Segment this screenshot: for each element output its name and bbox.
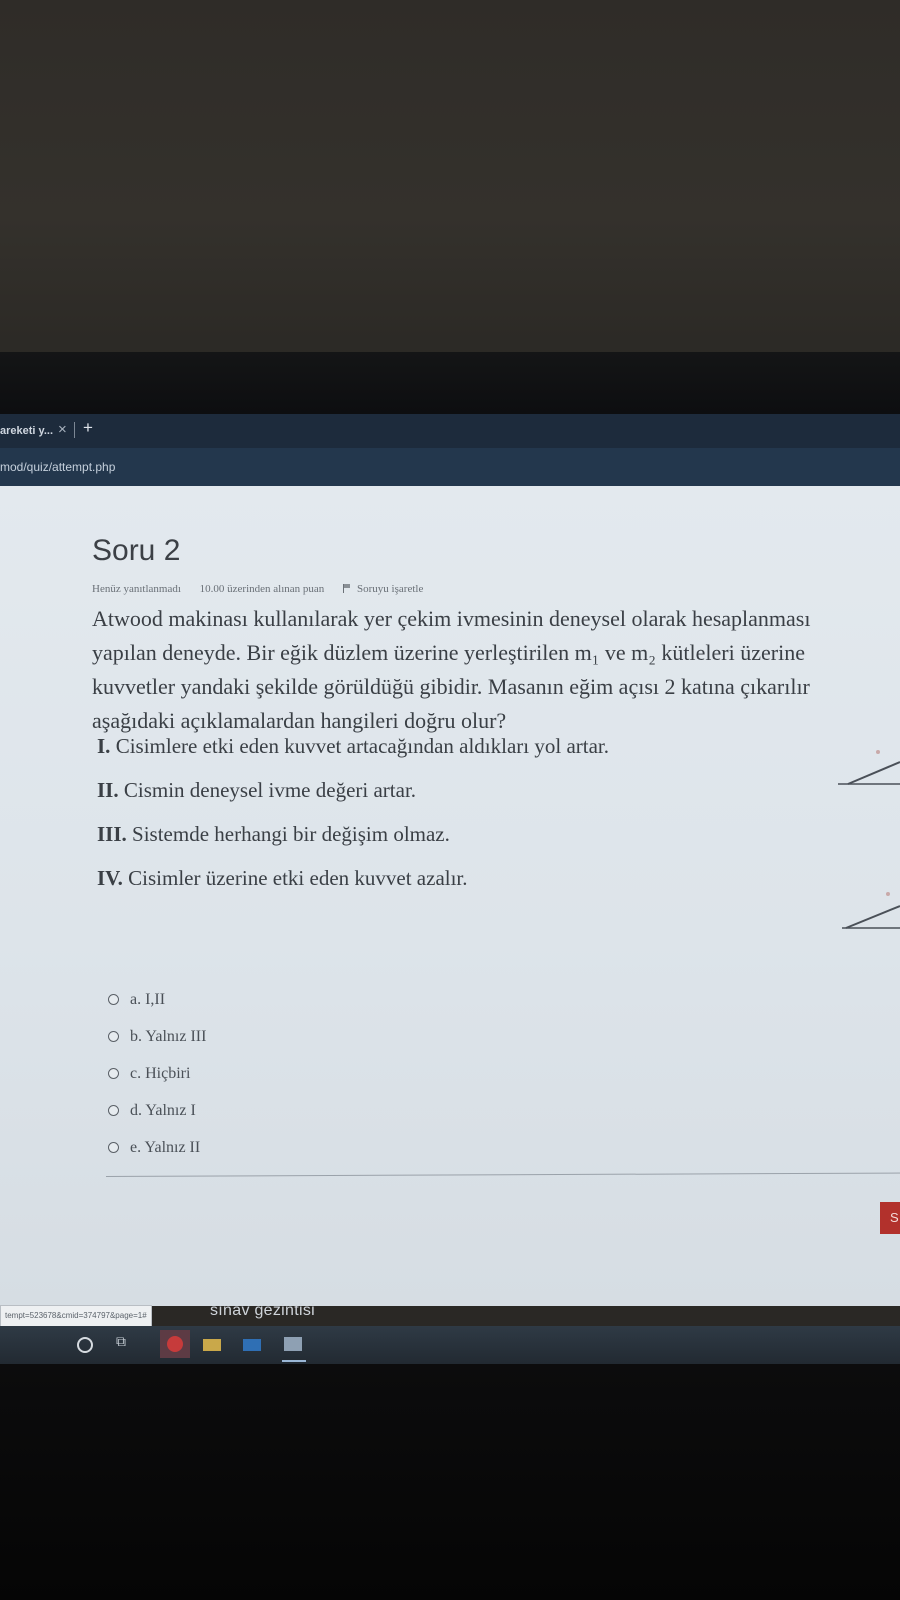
question-text-line: Atwood makinası kullanılarak yer çekim i…: [92, 606, 811, 631]
next-page-button[interactable]: S: [880, 1202, 900, 1234]
flag-question-link[interactable]: Soruyu işaretle: [343, 583, 439, 595]
incline-figure-2: [842, 892, 900, 929]
statement-number: IV.: [97, 866, 123, 890]
status-bar-url: tempt=523678&cmid=374797&page=1#: [0, 1305, 152, 1327]
question-text: Atwood makinası kullanılarak yer çekim i…: [92, 602, 900, 738]
statement-2: II. Cismin deneysel ivme değeri artar.: [97, 778, 416, 803]
divider: [105, 1172, 900, 1177]
option-label: a. I,II: [130, 991, 166, 1008]
radio-button[interactable]: [108, 1031, 119, 1042]
incline-figure-1: [838, 750, 900, 785]
active-app-indicator: [282, 1360, 306, 1362]
option-label: d. Yalnız I: [130, 1102, 196, 1119]
next-button-label: S: [890, 1210, 899, 1225]
store-icon[interactable]: [284, 1337, 302, 1351]
chrome-icon[interactable]: [160, 1330, 190, 1358]
question-text-line: kuvvetler yandaki şekilde görüldüğü gibi…: [92, 674, 810, 699]
radio-button[interactable]: [108, 1142, 119, 1153]
radio-button[interactable]: [108, 994, 119, 1005]
taskbar: ⧉: [0, 1326, 900, 1364]
option-label: b. Yalnız III: [130, 1028, 207, 1045]
question-text-line: yapılan deneyde. Bir eğik düzlem üzerine…: [92, 640, 805, 665]
search-icon[interactable]: [77, 1337, 93, 1353]
browser-tab-title[interactable]: areketi y...: [0, 425, 53, 437]
statement-number: III.: [97, 822, 127, 846]
question-points: 10.00 üzerinden alınan puan: [199, 583, 325, 595]
browser-tab-bar: areketi y... × +: [0, 414, 900, 448]
statement-4: IV. Cisimler üzerine etki eden kuvvet az…: [97, 866, 468, 891]
question-status: Henüz yanıtlanmadı: [92, 583, 181, 595]
quiz-page: Soru 2 Henüz yanıtlanmadı 10.00 üzerinde…: [0, 486, 900, 1306]
statement-number: I.: [97, 734, 111, 758]
background-wall: [0, 0, 900, 360]
monitor-bezel-bottom: [0, 1364, 900, 1600]
option-label: c. Hiçbiri: [130, 1065, 191, 1082]
statement-3: III. Sistemde herhangi bir değişim olmaz…: [97, 822, 450, 847]
address-bar[interactable]: mod/quiz/attempt.php: [0, 448, 900, 486]
monitor-bezel-top: [0, 352, 900, 749]
radio-button[interactable]: [108, 1068, 119, 1079]
statement-text: Cisimlere etki eden kuvvet artacağından …: [115, 734, 610, 758]
quiz-navigation-label[interactable]: sınav gezintisi: [210, 1302, 315, 1320]
question-text-line: aşağıdaki açıklamalardan hangileri doğru…: [92, 708, 507, 733]
option-label: e. Yalnız II: [130, 1139, 201, 1156]
task-view-icon[interactable]: ⧉: [116, 1333, 134, 1349]
tab-close-icon[interactable]: ×: [58, 421, 67, 438]
statement-number: II.: [97, 778, 119, 802]
tab-separator: [74, 422, 75, 438]
new-tab-icon[interactable]: +: [83, 418, 93, 438]
question-info: Henüz yanıtlanmadı 10.00 üzerinden alına…: [92, 583, 455, 595]
url-text[interactable]: mod/quiz/attempt.php: [0, 460, 115, 474]
mail-icon[interactable]: [243, 1339, 261, 1351]
statement-1: I. Cisimlere etki eden kuvvet artacağınd…: [97, 734, 609, 759]
folder-icon[interactable]: [203, 1339, 221, 1351]
question-title: Soru 2: [92, 534, 181, 567]
flag-question-label: Soruyu işaretle: [357, 583, 424, 595]
radio-button[interactable]: [108, 1105, 119, 1116]
statement-text: Cismin deneysel ivme değeri artar.: [123, 778, 417, 802]
statement-text: Cisimler üzerine etki eden kuvvet azalır…: [128, 866, 468, 890]
flag-icon: [343, 584, 352, 593]
statement-text: Sistemde herhangi bir değişim olmaz.: [132, 822, 450, 846]
